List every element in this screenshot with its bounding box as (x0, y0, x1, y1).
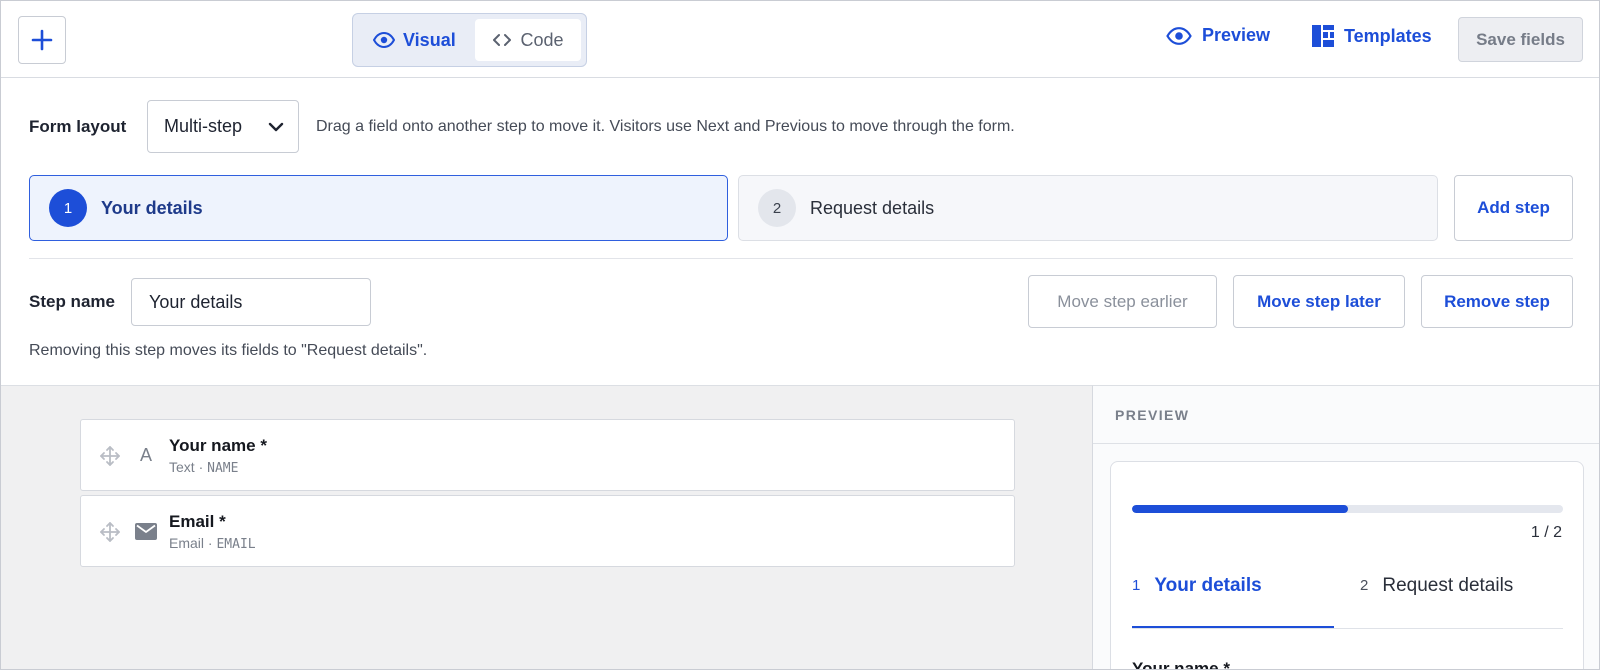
save-fields-button[interactable]: Save fields (1458, 17, 1583, 62)
eye-icon (1166, 26, 1192, 45)
preview-tab-label: Your details (1154, 575, 1262, 596)
add-field-button[interactable] (18, 16, 66, 64)
visual-mode-label: Visual (403, 29, 456, 50)
field-key: NAME (207, 461, 239, 476)
preview-tab-label: Request details (1382, 575, 1514, 596)
move-step-earlier-button[interactable]: Move step earlier (1028, 275, 1217, 328)
preview-tab-number: 2 (1360, 577, 1369, 594)
add-step-button[interactable]: Add step (1454, 175, 1573, 241)
step-name: Request details (810, 197, 935, 218)
field-meta: Text · NAME (169, 459, 239, 476)
field-type: Email (169, 535, 205, 551)
preview-panel-title: PREVIEW (1115, 407, 1190, 423)
code-mode-button[interactable]: Code (475, 19, 581, 61)
toolbar: Visual Code Preview Templates Save field… (1, 1, 1599, 78)
code-mode-label: Code (520, 29, 564, 50)
text-icon: A (139, 444, 152, 465)
form-builder-window: Visual Code Preview Templates Save field… (0, 0, 1600, 670)
field-type: Text (169, 459, 195, 475)
form-layout-select[interactable]: Multi-step (147, 100, 299, 153)
divider (29, 258, 1573, 259)
progress-text: 1 / 2 (1530, 524, 1562, 541)
form-layout-help: Drag a field onto another step to move i… (316, 118, 1015, 135)
plus-icon (31, 29, 53, 51)
preview-tab-request-details[interactable]: 2 Request details (1360, 575, 1560, 629)
field-card[interactable]: Email * Email · EMAIL (80, 495, 1015, 567)
preview-tab-number: 1 (1132, 577, 1141, 594)
preview-panel-header: PREVIEW (1093, 386, 1599, 444)
preview-tab-your-details[interactable]: 1 Your details (1132, 575, 1334, 629)
chevron-down-icon (268, 122, 284, 132)
remove-step-button[interactable]: Remove step (1421, 275, 1573, 328)
field-canvas: A Your name * Text · NAME Email * Email … (1, 385, 1092, 669)
step-tab-your-details[interactable]: 1 Your details (29, 175, 728, 241)
visual-mode-button[interactable]: Visual (373, 19, 473, 61)
preview-form-card: 1 / 2 1 Your details 2 Request details Y… (1110, 461, 1584, 670)
preview-tab-divider (1132, 628, 1563, 629)
envelope-icon (135, 520, 157, 542)
templates-grid-icon (1312, 25, 1334, 47)
step-number: 1 (49, 189, 87, 227)
form-layout-selected: Multi-step (164, 116, 243, 136)
preview-panel: PREVIEW 1 / 2 1 Your details 2 Request d… (1092, 385, 1599, 670)
drag-handle-icon[interactable] (99, 445, 121, 467)
templates-label: Templates (1344, 25, 1432, 46)
remove-step-help: Removing this step moves its fields to "… (29, 342, 428, 359)
step-name-input[interactable] (131, 278, 371, 326)
preview-field-label: Your name * (1132, 659, 1230, 670)
field-card[interactable]: A Your name * Text · NAME (80, 419, 1015, 491)
field-meta: Email · EMAIL (169, 535, 256, 552)
preview-label: Preview (1202, 25, 1271, 45)
field-label: Email * (169, 512, 226, 531)
step-number: 2 (758, 189, 796, 227)
preview-button[interactable]: Preview (1166, 25, 1270, 46)
code-icon (493, 34, 512, 46)
progress-bar-fill (1132, 505, 1348, 513)
step-tab-request-details[interactable]: 2 Request details (738, 175, 1438, 241)
editor-mode-toggle: Visual Code (352, 13, 587, 67)
move-step-later-button[interactable]: Move step later (1233, 275, 1405, 328)
templates-button[interactable]: Templates (1312, 25, 1432, 47)
form-layout-label: Form layout (29, 117, 127, 136)
field-label: Your name * (169, 436, 267, 455)
field-key: EMAIL (216, 537, 256, 552)
step-name: Your details (101, 197, 203, 218)
eye-icon (373, 32, 395, 48)
step-name-label: Step name (29, 292, 115, 311)
drag-handle-icon[interactable] (99, 521, 121, 543)
progress-bar (1132, 505, 1563, 513)
